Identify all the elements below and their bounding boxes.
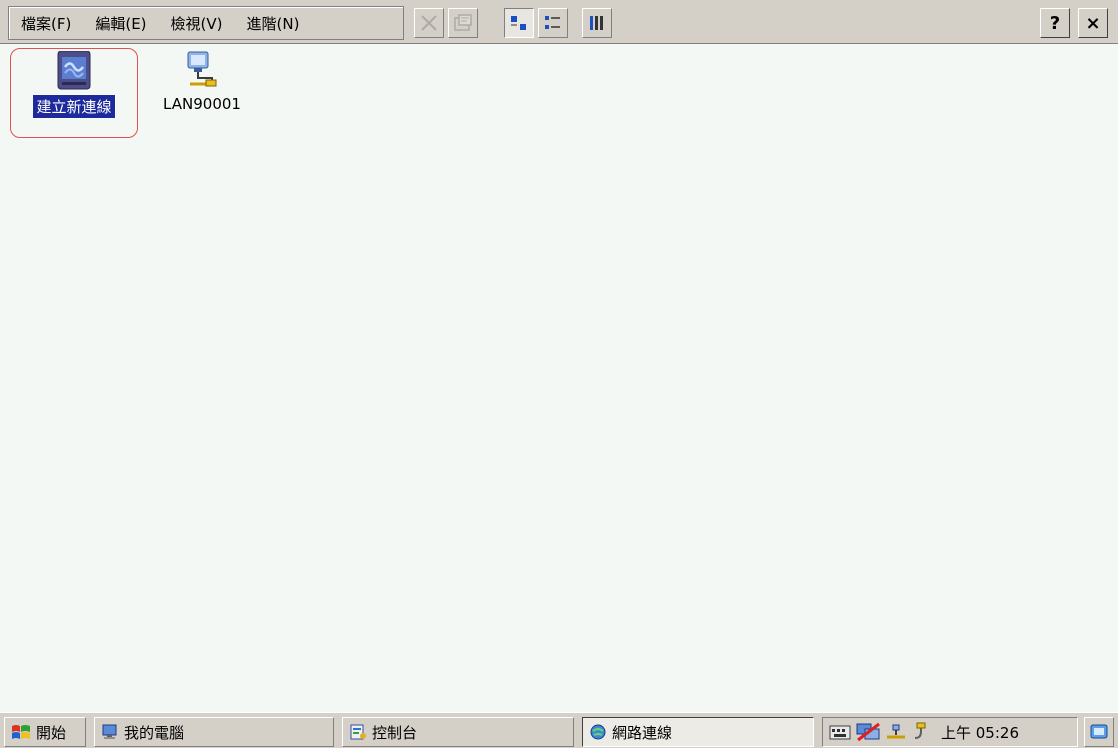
delete-button[interactable] — [414, 8, 444, 38]
properties-icon — [454, 14, 472, 31]
make-new-connection-icon — [57, 51, 91, 90]
large-icons-view-icon — [511, 16, 526, 30]
my-computer-icon — [102, 724, 117, 739]
delete-x-icon — [421, 15, 437, 31]
small-icons-view-icon — [545, 16, 560, 29]
make-new-connection-label: 建立新連線 — [32, 94, 116, 119]
menu-advanced[interactable]: 進階(N) — [235, 13, 312, 34]
network-status-icon[interactable] — [855, 722, 881, 742]
large-icons-view-button[interactable] — [504, 8, 534, 38]
menu-toolbar: 檔案(F) 編輯(E) 檢視(V) 進階(N) ? × — [0, 0, 1118, 44]
taskbar-control-panel[interactable]: 控制台 — [342, 717, 574, 747]
show-desktop-button[interactable] — [1084, 717, 1114, 747]
lan-tray-icon[interactable] — [885, 723, 907, 741]
taskbar-my-computer-label: 我的電腦 — [124, 723, 185, 742]
help-button[interactable]: ? — [1040, 8, 1070, 38]
details-view-icon — [590, 16, 603, 30]
taskbar: 開始 我的電腦 控制台 網路連線 上午 05:26 — [0, 712, 1118, 748]
system-tray: 上午 05:26 — [822, 717, 1078, 747]
menu-edit[interactable]: 編輯(E) — [83, 13, 158, 34]
small-icons-view-button[interactable] — [538, 8, 568, 38]
taskbar-network-connections-label: 網路連線 — [612, 723, 673, 742]
menu-file[interactable]: 檔案(F) — [9, 13, 83, 34]
make-new-connection-item[interactable]: 建立新連線 — [10, 48, 138, 138]
lan-connection-icon — [187, 51, 217, 87]
taskbar-my-computer[interactable]: 我的電腦 — [94, 717, 334, 747]
control-panel-icon — [350, 724, 366, 740]
start-button[interactable]: 開始 — [4, 717, 86, 747]
properties-button[interactable] — [448, 8, 478, 38]
taskbar-network-connections[interactable]: 網路連線 — [582, 717, 814, 747]
lan-connection-label: LAN90001 — [163, 95, 241, 113]
network-connections-window: 檔案(F) 編輯(E) 檢視(V) 進階(N) ? × 建立新連線 LAN900… — [0, 0, 1118, 748]
clock[interactable]: 上午 05:26 — [941, 722, 1019, 743]
lan-connection-item[interactable]: LAN90001 — [150, 48, 254, 138]
desktop-icon — [1090, 724, 1108, 739]
network-connections-icon — [590, 724, 606, 740]
cable-connector-icon[interactable] — [911, 722, 931, 742]
windows-logo-icon — [12, 725, 30, 739]
start-label: 開始 — [36, 723, 67, 742]
taskbar-control-panel-label: 控制台 — [372, 723, 418, 742]
menu-view[interactable]: 檢視(V) — [159, 13, 235, 34]
input-panel-icon[interactable] — [829, 723, 851, 741]
details-view-button[interactable] — [582, 8, 612, 38]
close-button[interactable]: × — [1078, 8, 1108, 38]
menu-bar: 檔案(F) 編輯(E) 檢視(V) 進階(N) — [8, 6, 404, 40]
